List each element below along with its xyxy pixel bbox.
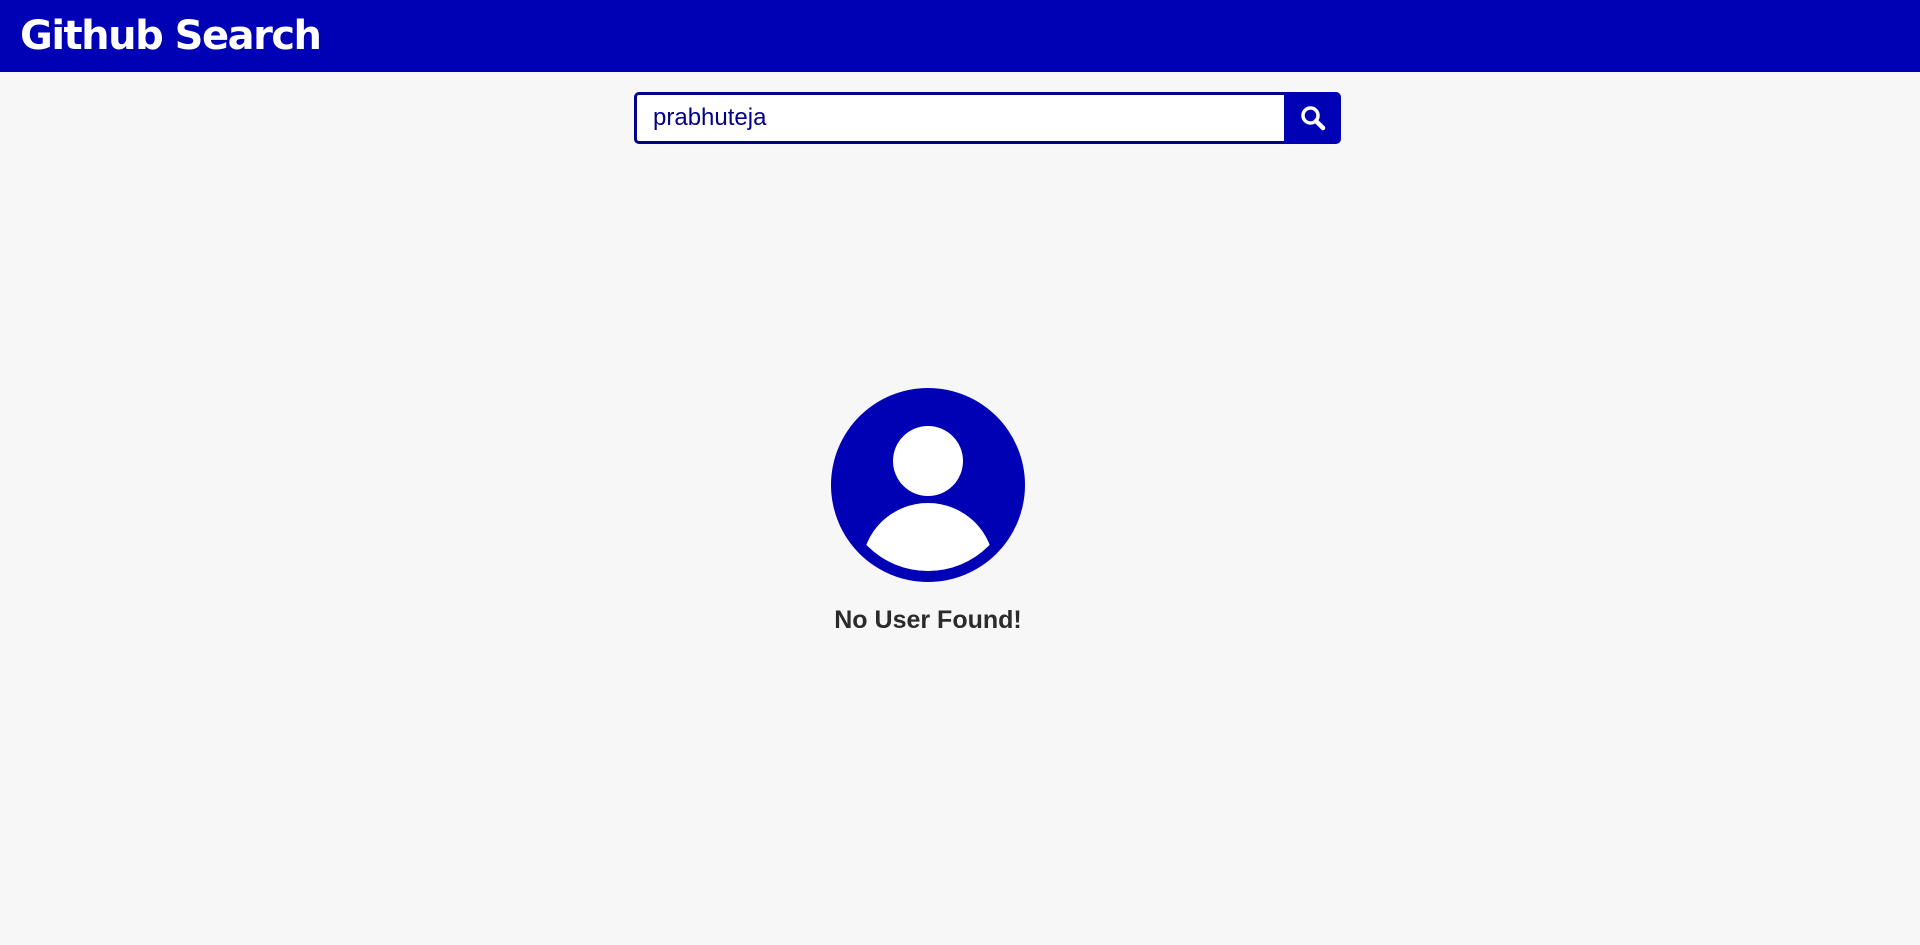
search-icon: [1300, 106, 1325, 131]
no-user-message: No User Found!: [834, 606, 1022, 634]
empty-state: No User Found!: [0, 388, 1856, 635]
app-header: Github Search: [0, 0, 1920, 72]
search-bar: [634, 92, 1341, 144]
user-icon: [831, 388, 1025, 582]
app-title: Github Search: [20, 13, 322, 59]
search-button[interactable]: [1284, 92, 1341, 144]
search-input[interactable]: [634, 92, 1284, 144]
